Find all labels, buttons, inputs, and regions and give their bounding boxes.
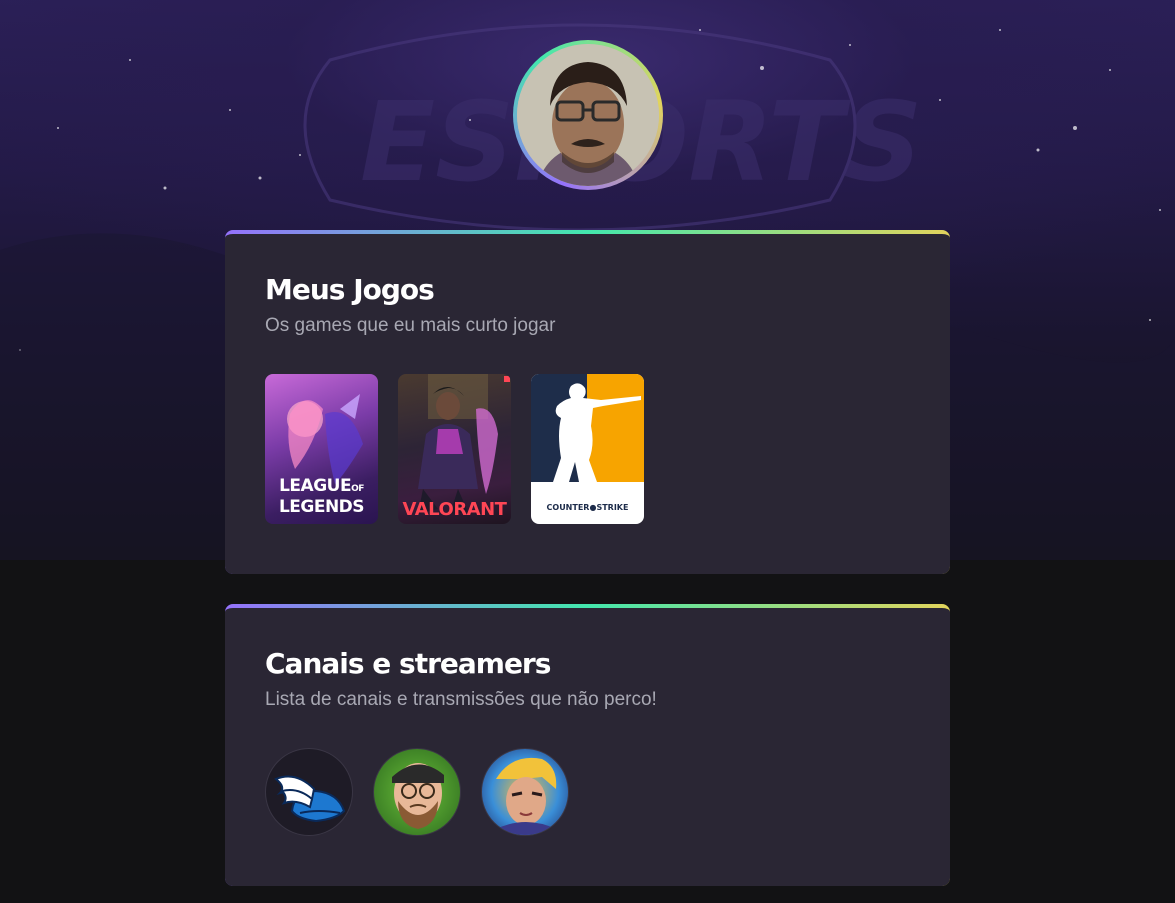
streamers-list xyxy=(265,748,910,836)
games-card: Meus Jogos Os games que eu mais curto jo… xyxy=(225,230,950,574)
streamers-title: Canais e streamers xyxy=(265,647,551,680)
game-counter-strike[interactable]: COUNTER●STRIKE xyxy=(531,374,644,524)
game-league-of-legends-label: LEAGUEOF LEGENDS xyxy=(278,476,365,517)
game-league-of-legends[interactable]: LEAGUEOF LEGENDS xyxy=(265,374,378,524)
cartoon-blond-man-icon xyxy=(496,757,557,835)
game-valorant-label: VALORANT xyxy=(402,499,507,520)
game-valorant[interactable]: VALORANT xyxy=(398,374,511,524)
streamers-card: Canais e streamers Lista de canais e tra… xyxy=(225,604,950,886)
streamer-item[interactable] xyxy=(373,748,461,836)
profile-avatar xyxy=(513,40,663,190)
games-list: LEAGUEOF LEGENDS VALORANT COUNTER●STRIKE xyxy=(265,374,910,524)
games-title: Meus Jogos xyxy=(265,273,435,306)
counter-strike-cover-icon xyxy=(531,374,644,482)
streamer-item[interactable] xyxy=(265,748,353,836)
cartoon-bearded-man-icon xyxy=(392,763,444,829)
winged-helmet-icon xyxy=(274,775,346,823)
games-subtitle: Os games que eu mais curto jogar xyxy=(265,315,556,336)
streamer-item[interactable] xyxy=(481,748,569,836)
game-counter-strike-label: COUNTER●STRIKE xyxy=(546,503,629,512)
profile-photo xyxy=(517,44,659,186)
streamers-subtitle: Lista de canais e transmissões que não p… xyxy=(265,689,657,710)
